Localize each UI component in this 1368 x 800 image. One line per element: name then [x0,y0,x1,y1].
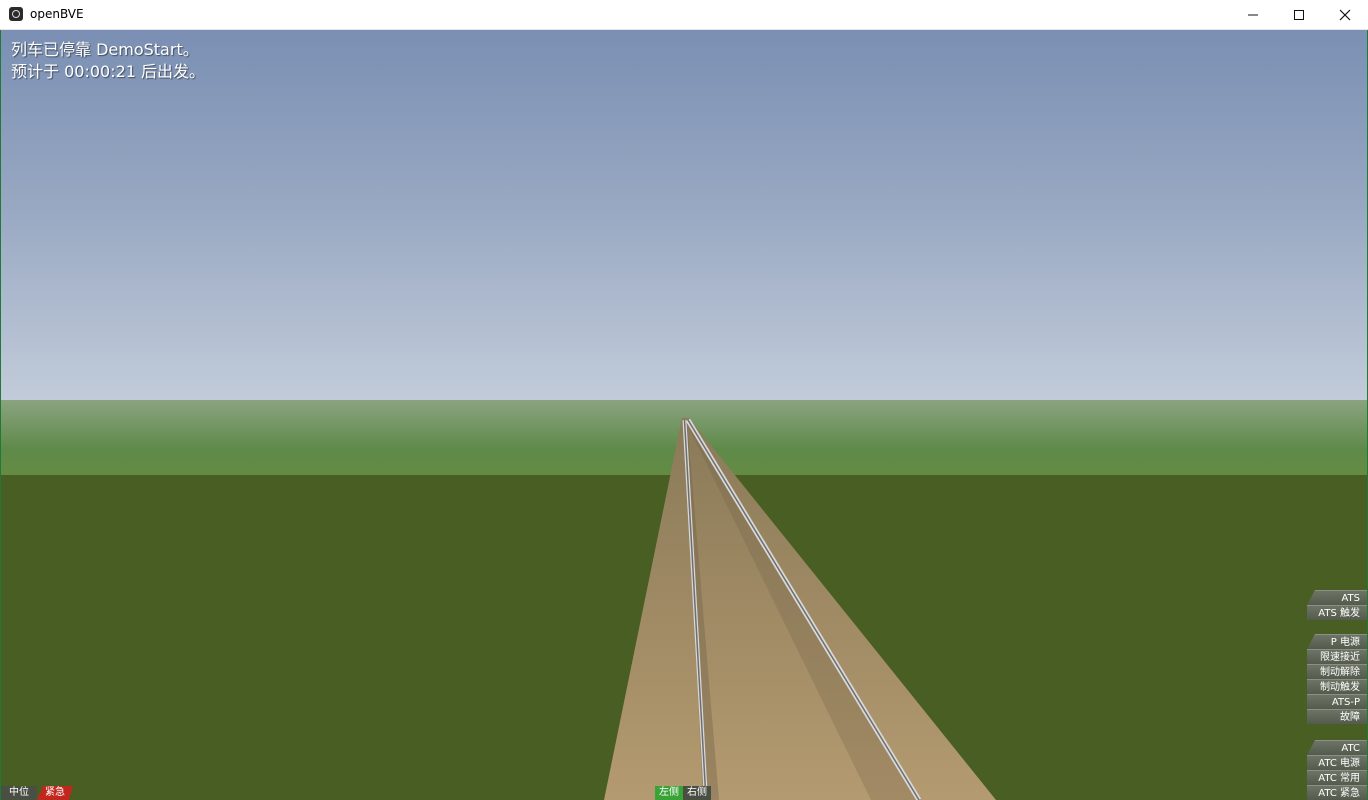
brake-trigger-indicator: 制动触发 [1307,679,1367,694]
speed-limit-approach-indicator: 限速接近 [1307,649,1367,664]
atc-indicator-panel: ATC ATC 电源 ATC 常用 ATC 紧急 [1307,740,1367,800]
reverser-indicator: 中位 [1,786,37,800]
minimize-icon [1248,14,1258,16]
minimize-button[interactable] [1230,0,1276,30]
brake-release-indicator: 制动解除 [1307,664,1367,679]
atc-emergency-indicator: ATC 紧急 [1307,785,1367,800]
status-message-departure: 预计于 00:00:21 后出发。 [11,62,206,81]
close-icon [1339,9,1351,21]
door-status-bar: 左侧 右侧 [655,786,711,800]
fault-indicator: 故障 [1307,709,1367,724]
railway-track [604,418,996,800]
atc-power-indicator: ATC 电源 [1307,755,1367,770]
ats-indicator: ATS [1307,590,1367,605]
atsp-power-indicator: P 电源 [1307,634,1367,649]
brake-indicator: 紧急 [37,786,73,800]
simulation-viewport[interactable]: 列车已停靠 DemoStart。 预计于 00:00:21 后出发。 ATS A… [0,30,1368,800]
close-button[interactable] [1322,0,1368,30]
ats-trigger-indicator: ATS 触发 [1307,605,1367,620]
atsp-indicator-panel: P 电源 限速接近 制动解除 制动触发 ATS-P 故障 [1307,634,1367,724]
handle-status-bar: 中位 紧急 [1,786,73,800]
window-title: openBVE [30,7,84,21]
atc-indicator: ATC [1307,740,1367,755]
ats-indicator-panel: ATS ATS 触发 [1307,590,1367,620]
maximize-button[interactable] [1276,0,1322,30]
maximize-icon [1294,10,1304,20]
left-door-indicator: 左侧 [655,786,683,800]
atsp-indicator: ATS-P [1307,694,1367,709]
right-door-indicator: 右侧 [683,786,711,800]
window-titlebar: openBVE [0,0,1368,30]
atc-service-indicator: ATC 常用 [1307,770,1367,785]
openbve-app-icon [9,7,23,21]
status-message-arrival: 列车已停靠 DemoStart。 [11,40,199,59]
